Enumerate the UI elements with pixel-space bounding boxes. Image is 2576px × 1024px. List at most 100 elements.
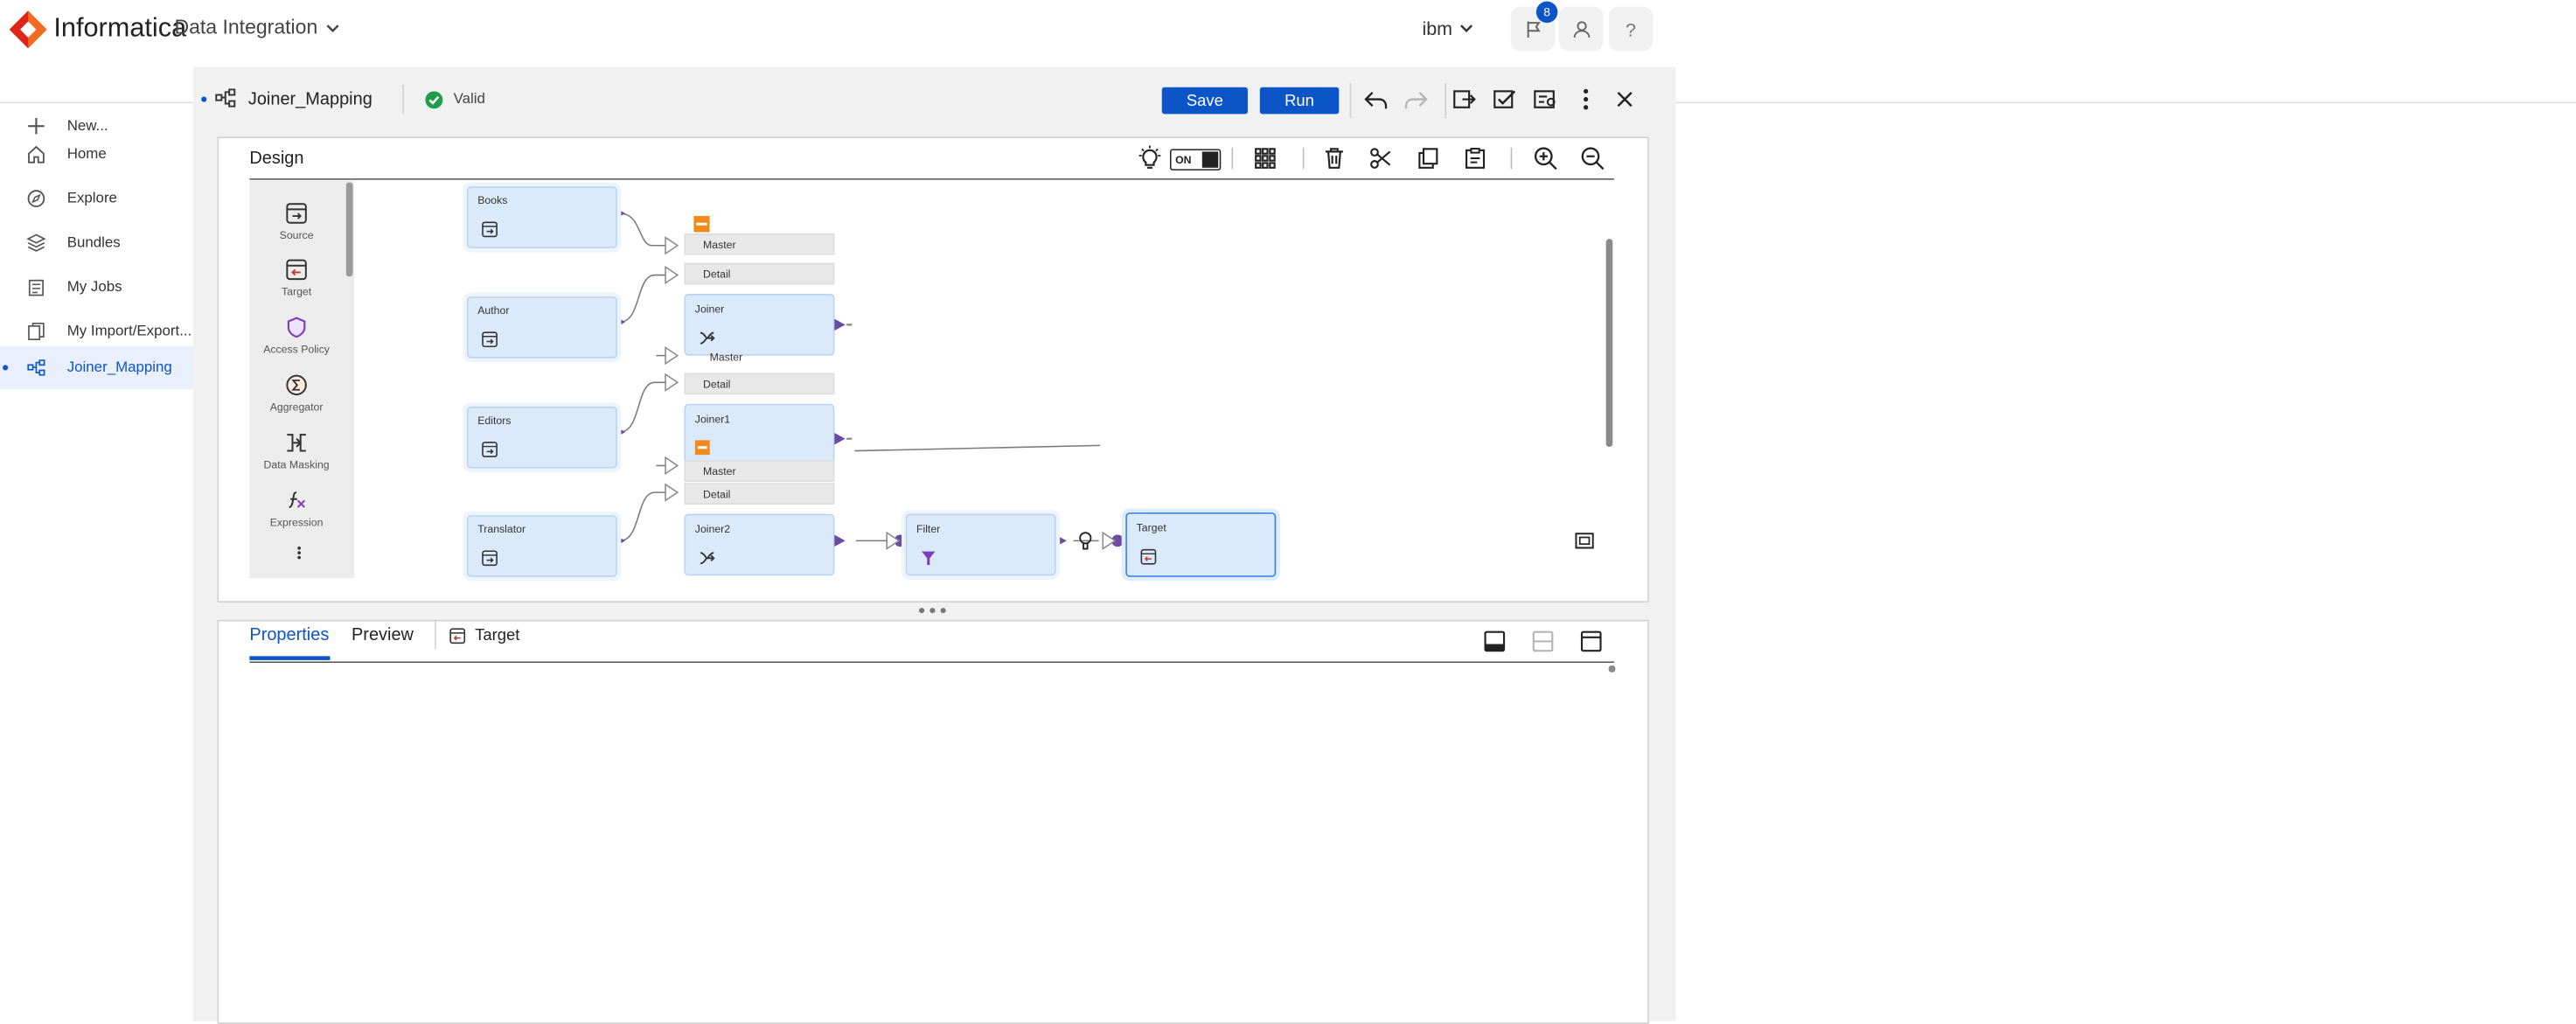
port-label-detail: Detail <box>703 377 731 390</box>
brand-name: Informatica <box>53 13 187 44</box>
user-profile-button[interactable] <box>1558 6 1604 52</box>
source-icon <box>482 331 498 348</box>
design-header-rule <box>249 178 1614 180</box>
maximize-panel-button[interactable] <box>1580 630 1602 652</box>
joiner-node-joiner2[interactable]: Joiner2 <box>684 513 835 576</box>
node-label-filter: Filter <box>916 523 941 536</box>
palette-scrollbar[interactable] <box>345 182 353 277</box>
export-button[interactable] <box>1442 76 1487 122</box>
validate-button[interactable] <box>1482 76 1528 122</box>
port-label-detail: Detail <box>703 268 731 280</box>
recommendations-lightbulb-icon[interactable] <box>1137 145 1164 172</box>
recommendations-toggle[interactable]: ON <box>1169 149 1222 171</box>
palette-item-aggregator[interactable]: Aggregator <box>249 374 343 414</box>
source-node-author[interactable]: Author <box>466 296 617 359</box>
valid-check-icon <box>425 91 443 109</box>
paste-button[interactable] <box>1465 148 1486 170</box>
divider <box>1302 147 1305 170</box>
palette-item-target[interactable]: Target <box>249 259 343 298</box>
panel-top-icon <box>1580 630 1602 652</box>
zoom-in-button[interactable] <box>1534 146 1558 171</box>
filter-funnel-icon <box>921 550 936 566</box>
joiner-node-joiner[interactable]: Joiner <box>684 294 835 356</box>
overview-panel-icon[interactable] <box>1575 533 1594 549</box>
user-icon <box>1572 19 1591 38</box>
node-label-author: Author <box>477 304 510 317</box>
joiner-node-joiner1[interactable]: Joiner1 <box>684 403 835 466</box>
copy-icon <box>1418 148 1438 170</box>
copy-button[interactable] <box>1418 148 1438 170</box>
divider <box>402 84 404 115</box>
palette-item-source[interactable]: Source <box>249 203 343 241</box>
home-icon <box>22 145 52 164</box>
port-master[interactable]: Master <box>684 233 835 255</box>
active-tab-underline <box>249 656 331 660</box>
port-detail-1[interactable]: Detail <box>684 373 835 395</box>
target-icon <box>1140 548 1157 565</box>
palette-more-icon[interactable] <box>296 546 302 560</box>
grid-icon <box>1255 148 1277 170</box>
tab-properties[interactable]: Properties <box>249 623 329 644</box>
split-view-button[interactable] <box>1532 630 1554 652</box>
palette-item-access-policy[interactable]: Access Policy <box>249 317 343 356</box>
clipboard-icon <box>1465 148 1486 170</box>
port-detail-2[interactable]: Detail <box>684 483 835 505</box>
arrange-all-button[interactable] <box>1255 148 1277 170</box>
node-label-books: Books <box>477 194 508 207</box>
compass-icon <box>22 189 52 207</box>
port-detail[interactable]: Detail <box>684 262 835 285</box>
canvas-scrollbar[interactable] <box>1605 239 1613 447</box>
properties-header-rule <box>249 661 1614 663</box>
open-tab-indicator <box>3 365 9 371</box>
save-button[interactable]: Save <box>1161 87 1248 115</box>
toggle-knob <box>1201 151 1219 168</box>
trash-icon <box>1324 148 1344 170</box>
nav-label-joiner-mapping: Joiner_Mapping <box>66 359 172 376</box>
properties-scrollbar[interactable] <box>1608 665 1616 672</box>
palette-label-source: Source <box>279 229 314 242</box>
zoom-out-icon <box>1580 146 1605 171</box>
target-node[interactable]: Target <box>1125 512 1277 577</box>
tab-preview[interactable]: Preview <box>352 623 414 644</box>
mapping-canvas[interactable]: Books Author Editors Translator Master D… <box>354 181 1606 583</box>
selected-object-name: Target <box>475 625 520 644</box>
transformation-palette: Source Target Access Policy Aggregator D… <box>249 181 355 579</box>
nav-label-bundles: Bundles <box>66 234 121 251</box>
nav-label-my-import-export: My Import/Export... <box>66 323 192 340</box>
zoom-out-button[interactable] <box>1580 146 1605 171</box>
mapping-icon <box>22 359 52 376</box>
run-button[interactable]: Run <box>1259 87 1340 115</box>
fx-icon <box>249 490 343 512</box>
org-switcher[interactable]: ibm <box>1422 17 1472 38</box>
palette-label-target: Target <box>282 285 312 298</box>
panel-resize-handle[interactable] <box>918 607 948 615</box>
sigma-icon <box>249 374 343 396</box>
port-label-detail: Detail <box>703 487 731 500</box>
port-label-master-partial: Master <box>709 352 743 364</box>
source-node-books[interactable]: Books <box>466 186 617 248</box>
cut-button[interactable] <box>1370 148 1392 170</box>
properties-panel <box>217 619 1649 1024</box>
design-title: Design <box>249 147 304 168</box>
palette-item-data-masking[interactable]: Data Masking <box>249 432 343 471</box>
redo-button[interactable] <box>1393 78 1438 123</box>
help-button[interactable]: ? <box>1608 6 1654 52</box>
product-switcher[interactable]: Data Integration <box>174 16 339 38</box>
source-icon <box>249 203 343 225</box>
checklist-icon <box>1493 88 1518 110</box>
delete-button[interactable] <box>1324 148 1344 170</box>
filter-node[interactable]: Filter <box>905 513 1056 576</box>
palette-item-expression[interactable]: Expression <box>249 490 343 529</box>
port-master-1[interactable]: Master <box>684 460 835 482</box>
dock-bottom-button[interactable] <box>1484 630 1506 652</box>
source-node-editors[interactable]: Editors <box>466 406 617 469</box>
source-node-translator[interactable]: Translator <box>466 515 617 577</box>
parameters-button[interactable] <box>1523 76 1569 122</box>
close-button[interactable] <box>1602 76 1647 122</box>
undo-icon <box>1364 91 1389 109</box>
source-icon <box>482 221 498 238</box>
import-export-icon <box>22 322 52 341</box>
bundles-icon <box>22 233 52 252</box>
zoom-in-icon <box>1534 146 1558 171</box>
source-icon <box>482 442 498 457</box>
